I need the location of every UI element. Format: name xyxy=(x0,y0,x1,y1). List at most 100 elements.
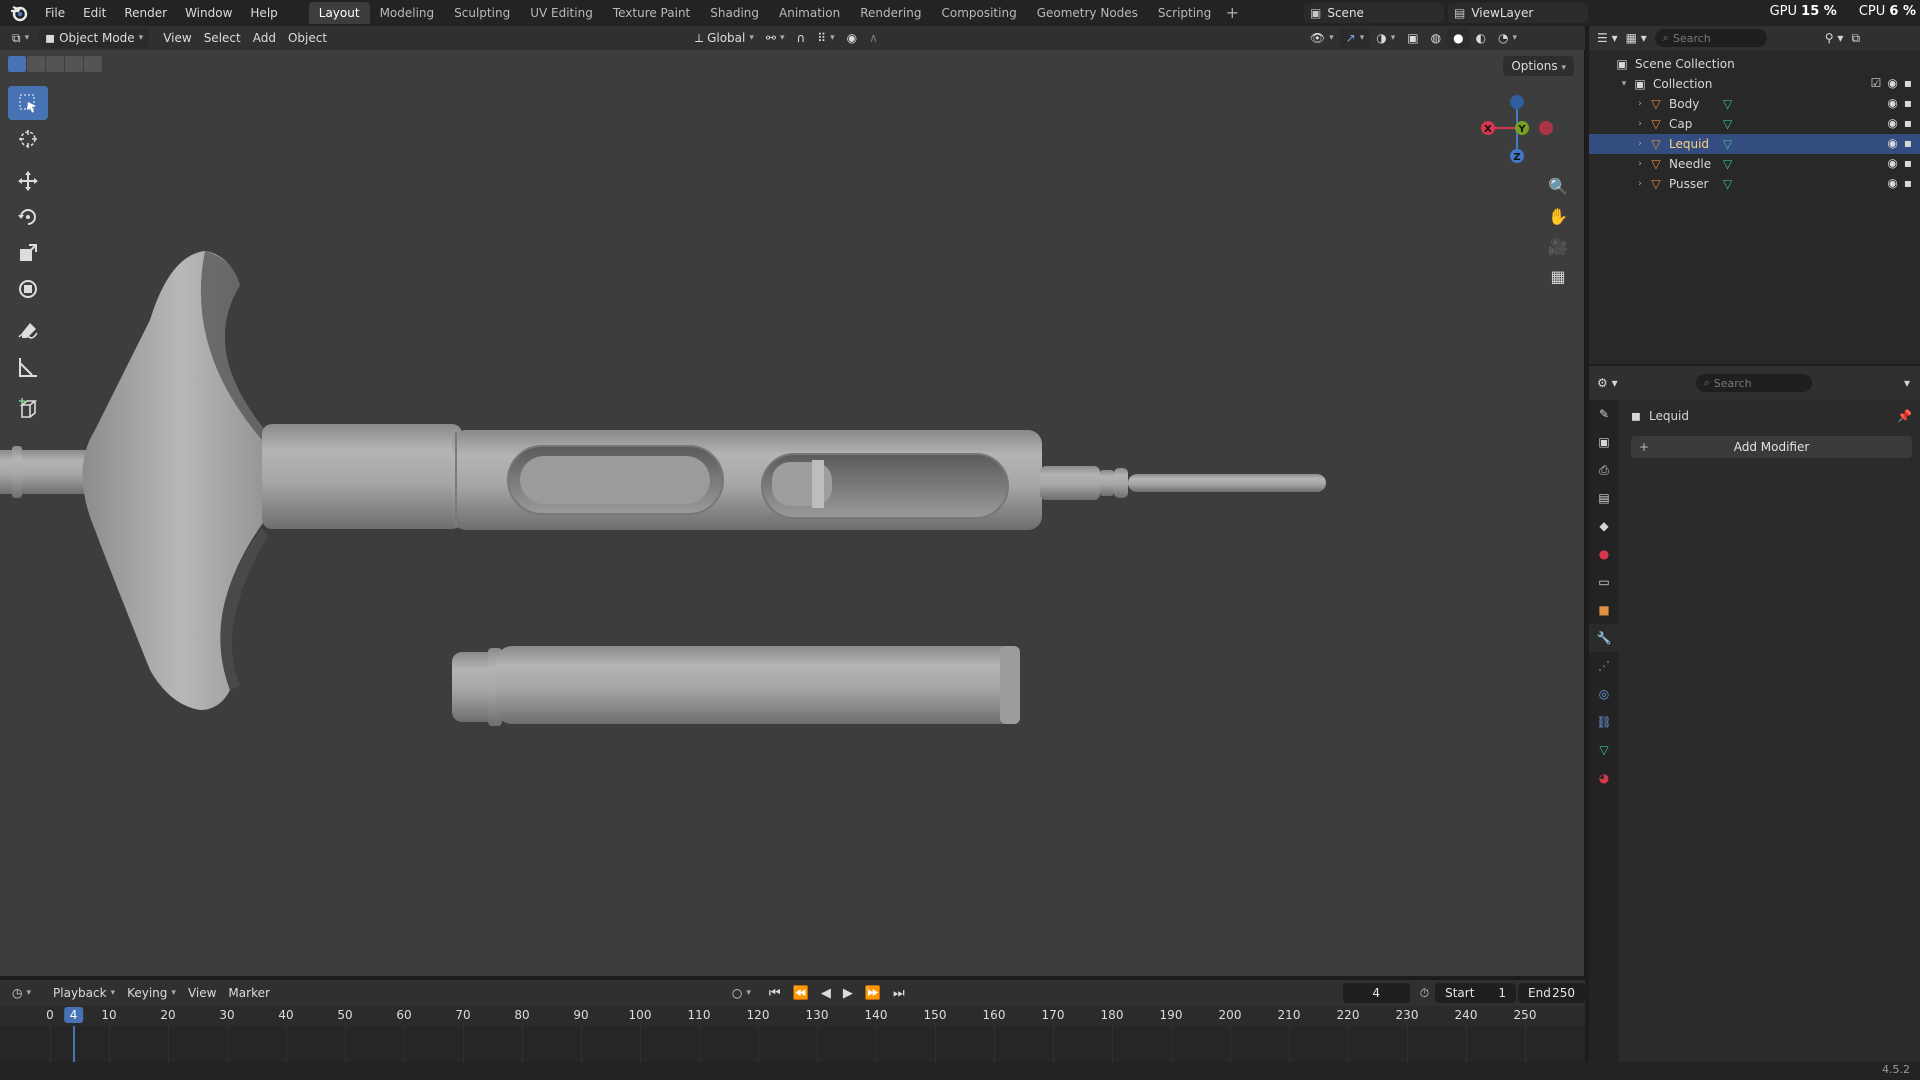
body-handle[interactable] xyxy=(82,251,281,710)
tab-material[interactable]: ◕ xyxy=(1589,764,1619,792)
menu-edit[interactable]: Edit xyxy=(74,0,115,26)
transform-orientation-dropdown[interactable]: ⟂ Global ▾ xyxy=(689,28,760,48)
tab-compositing[interactable]: Compositing xyxy=(931,2,1026,24)
shading-wireframe[interactable]: ◍ xyxy=(1425,28,1447,48)
new-collection-icon[interactable]: ⧉ xyxy=(1851,31,1860,46)
camera-icon[interactable]: ▪ xyxy=(1904,116,1912,130)
outliner-item-cap[interactable]: › ▽ Cap ▽ ◉ ▪ xyxy=(1589,114,1920,134)
properties-search-input[interactable]: ⌕ Search xyxy=(1695,374,1812,392)
snap-target-button[interactable]: ⠿ ▾ xyxy=(811,28,840,48)
tab-sculpting[interactable]: Sculpting xyxy=(444,2,520,24)
camera-icon[interactable]: ▪ xyxy=(1904,136,1912,150)
expand-arrow-icon[interactable]: › xyxy=(1633,159,1647,169)
eye-icon[interactable]: ◉ xyxy=(1887,156,1897,170)
falloff-button[interactable]: ∧ xyxy=(863,28,884,48)
tab-rendering[interactable]: Rendering xyxy=(850,2,931,24)
pusser-object[interactable] xyxy=(0,446,90,498)
preview-range-toggle[interactable]: ⏱ xyxy=(1414,983,1435,1003)
tab-render[interactable]: ▣ xyxy=(1589,428,1619,456)
mesh-data-icon[interactable]: ▽ xyxy=(1723,157,1732,171)
scene-selector[interactable]: ▣ Scene xyxy=(1304,3,1444,23)
tab-scene[interactable]: ◆ xyxy=(1589,512,1619,540)
syringe-model-render[interactable] xyxy=(0,50,1585,976)
camera-icon[interactable]: ▪ xyxy=(1904,96,1912,110)
collection-row[interactable]: ▾ ▣ Collection ☑ ◉ ▪ xyxy=(1589,74,1920,94)
shading-rendered[interactable]: ◔ ▾ xyxy=(1492,28,1523,48)
pivot-point-button[interactable]: ⚯ ▾ xyxy=(760,28,791,48)
xray-toggle[interactable]: ▣ xyxy=(1401,28,1424,48)
tab-uv-editing[interactable]: UV Editing xyxy=(520,2,603,24)
add-workspace-button[interactable]: + xyxy=(1221,2,1243,24)
jump-to-keyframe-next-button[interactable]: ⏩ xyxy=(859,983,887,1003)
eye-icon[interactable]: ◉ xyxy=(1887,176,1897,190)
playback-menu[interactable]: Playback ▾ xyxy=(47,983,121,1003)
needle-object[interactable] xyxy=(1040,466,1326,500)
play-reverse-button[interactable]: ◀ xyxy=(815,983,837,1003)
3d-viewport[interactable]: ⧉ ▾ ◼ Object Mode ▾ View Select Add Objec… xyxy=(0,26,1585,976)
tab-constraints[interactable]: ⛓ xyxy=(1589,708,1619,736)
view-menu[interactable]: View xyxy=(157,28,197,48)
expand-arrow-icon[interactable]: › xyxy=(1633,139,1647,149)
playhead-frame-label[interactable]: 4 xyxy=(63,1007,84,1023)
mode-dropdown[interactable]: ◼ Object Mode ▾ xyxy=(39,28,150,48)
timeline-view-menu[interactable]: View xyxy=(182,983,222,1003)
jump-to-keyframe-prev-button[interactable]: ⏪ xyxy=(787,983,815,1003)
scene-collection-row[interactable]: ▣ Scene Collection xyxy=(1589,54,1920,74)
properties-editor-icon[interactable]: ⚙ ▾ xyxy=(1597,376,1618,390)
select-menu[interactable]: Select xyxy=(198,28,247,48)
jump-to-start-button[interactable]: ⏮ xyxy=(763,983,787,1003)
tab-tool[interactable]: ✎ xyxy=(1589,400,1619,428)
shading-material[interactable]: ◐ xyxy=(1470,28,1492,48)
end-frame-field[interactable]: End 250 xyxy=(1518,983,1585,1003)
start-frame-field[interactable]: Start 1 xyxy=(1435,983,1516,1003)
add-modifier-button[interactable]: + Add Modifier xyxy=(1631,436,1912,458)
timeline-track-area[interactable] xyxy=(0,1026,1585,1064)
add-menu[interactable]: Add xyxy=(247,28,282,48)
menu-file[interactable]: File xyxy=(36,0,74,26)
tab-particles[interactable]: ⋰ xyxy=(1589,652,1619,680)
tab-layout[interactable]: Layout xyxy=(308,2,370,24)
menu-render[interactable]: Render xyxy=(115,0,176,26)
outliner-editor-icon[interactable]: ☰ ▾ xyxy=(1597,31,1618,45)
outliner-item-body[interactable]: › ▽ Body ▽ ◉ ▪ xyxy=(1589,94,1920,114)
display-mode-icon[interactable]: ▦ ▾ xyxy=(1626,31,1647,45)
camera-icon[interactable]: ▪ xyxy=(1904,156,1912,170)
keying-menu[interactable]: Keying ▾ xyxy=(121,983,182,1003)
tab-output[interactable]: ⎙ xyxy=(1589,456,1619,484)
checkbox-icon[interactable]: ☑ xyxy=(1871,76,1882,90)
play-button[interactable]: ▶ xyxy=(837,983,859,1003)
tab-modeling[interactable]: Modeling xyxy=(370,2,445,24)
tab-view-layer[interactable]: ▤ xyxy=(1589,484,1619,512)
editor-type-button[interactable]: ⧉ ▾ xyxy=(6,28,35,48)
menu-window[interactable]: Window xyxy=(176,0,241,26)
snap-toggle[interactable]: ∩ xyxy=(790,28,811,48)
menu-help[interactable]: Help xyxy=(241,0,286,26)
gizmo-toggle[interactable]: ↗ ▾ xyxy=(1339,28,1371,48)
camera-icon[interactable]: ▪ xyxy=(1904,176,1912,190)
eye-icon[interactable]: ◉ xyxy=(1887,136,1897,150)
cap-object[interactable] xyxy=(452,646,1020,726)
tab-collection[interactable]: ▭ xyxy=(1589,568,1619,596)
outliner-item-pusser[interactable]: › ▽ Pusser ▽ ◉ ▪ xyxy=(1589,174,1920,194)
filter-icon[interactable]: ⚲ ▾ xyxy=(1825,31,1844,45)
tab-object[interactable]: ■ xyxy=(1589,596,1619,624)
outliner-item-needle[interactable]: › ▽ Needle ▽ ◉ ▪ xyxy=(1589,154,1920,174)
expand-arrow-icon[interactable]: › xyxy=(1633,119,1647,129)
collapse-arrow-icon[interactable]: ▾ xyxy=(1617,79,1631,89)
mesh-data-icon[interactable]: ▽ xyxy=(1723,97,1732,111)
frame-ruler[interactable]: 0 10 20 30 40 50 60 70 80 90 100 110 120 130 140 150 160… xyxy=(0,1006,1585,1026)
chevron-down-icon[interactable]: ▾ xyxy=(1904,376,1910,390)
visibility-dropdown[interactable]: 👁 ▾ xyxy=(1304,28,1340,48)
mesh-data-icon[interactable]: ▽ xyxy=(1723,137,1732,151)
overlays-toggle[interactable]: ◑ ▾ xyxy=(1370,28,1401,48)
tab-geometry-nodes[interactable]: Geometry Nodes xyxy=(1027,2,1148,24)
tab-physics[interactable]: ◎ xyxy=(1589,680,1619,708)
object-menu[interactable]: Object xyxy=(282,28,333,48)
tab-texture-paint[interactable]: Texture Paint xyxy=(603,2,700,24)
expand-arrow-icon[interactable]: › xyxy=(1633,179,1647,189)
proportional-edit-toggle[interactable]: ◉ xyxy=(841,28,863,48)
outliner-item-lequid[interactable]: › ▽ Lequid ▽ ◉ ▪ xyxy=(1589,134,1920,154)
eye-icon[interactable]: ◉ xyxy=(1887,116,1897,130)
marker-menu[interactable]: Marker xyxy=(222,983,275,1003)
expand-arrow-icon[interactable]: › xyxy=(1633,99,1647,109)
